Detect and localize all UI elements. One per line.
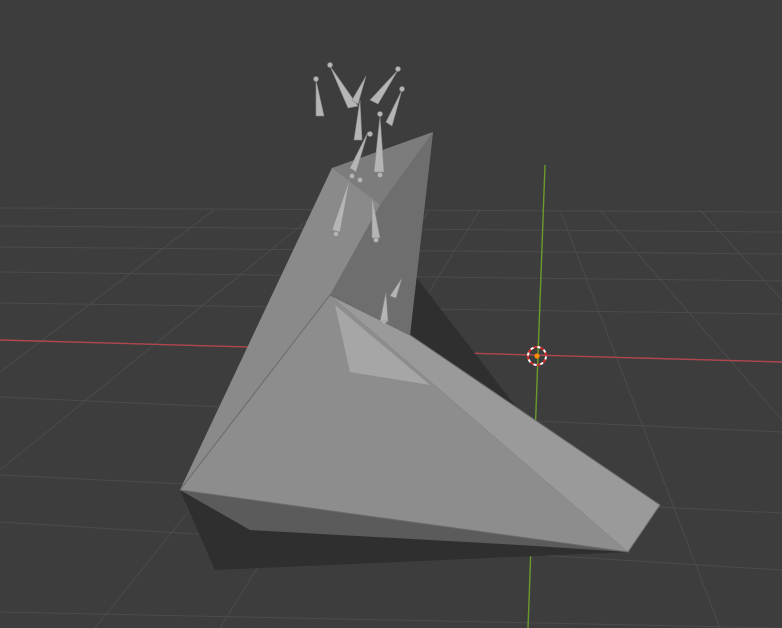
bone-joint xyxy=(381,319,387,325)
3d-viewport[interactable] xyxy=(0,0,782,628)
bone-joint xyxy=(377,172,383,178)
bone-joint xyxy=(357,177,363,183)
viewport-canvas[interactable] xyxy=(0,0,782,628)
bone-joint xyxy=(333,231,339,237)
bone-joint xyxy=(367,131,373,137)
bone-joint xyxy=(399,86,405,92)
bone-joint xyxy=(373,237,379,243)
bone-joint xyxy=(377,111,383,117)
origin-dot xyxy=(534,353,540,359)
bone-joint xyxy=(313,76,319,82)
bone-joint xyxy=(395,66,401,72)
bone-joint xyxy=(327,62,333,68)
bone-joint xyxy=(349,173,355,179)
